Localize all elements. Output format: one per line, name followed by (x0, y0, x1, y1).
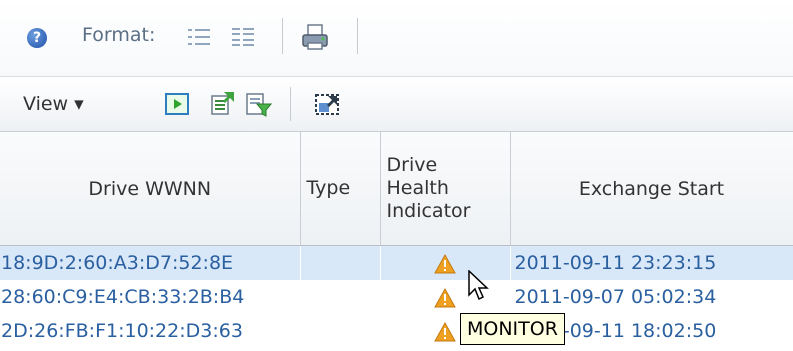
print-icon[interactable] (300, 22, 330, 52)
export-icon[interactable] (208, 90, 236, 118)
drive-wwnn-cell: 28:60:C9:E4:CB:33:2B:B4 (1, 286, 245, 308)
type-cell (300, 245, 380, 280)
table-toolbar: View ▾ (0, 77, 793, 132)
format-label: Format: (82, 24, 156, 46)
table-row[interactable]: 2D:26:FB:F1:10:22:D3:63 2011-09-11 18:02… (0, 314, 793, 348)
drive-wwnn-cell: 2D:26:FB:F1:10:22:D3:63 (1, 320, 243, 342)
exchange-start-cell: 2011-09-11 23:23:15 (510, 245, 793, 280)
list-view-icon[interactable] (186, 26, 212, 48)
detach-icon[interactable] (313, 90, 341, 118)
warning-icon[interactable] (434, 321, 456, 342)
column-header-type[interactable]: Type (300, 132, 381, 246)
column-header-drive-health-indicator[interactable]: Drive Health Indicator (380, 132, 511, 246)
table-row[interactable]: 18:9D:2:60:A3:D7:52:8E 2011-09-11 23:23:… (0, 245, 793, 280)
toolbar-separator (357, 18, 358, 54)
column-header-exchange-start[interactable]: Exchange Start (510, 132, 793, 246)
type-cell (300, 280, 380, 314)
mouse-pointer-icon (468, 270, 489, 301)
table-row[interactable]: 28:60:C9:E4:CB:33:2B:B4 2011-09-07 05:02… (0, 280, 793, 314)
warning-icon[interactable] (434, 287, 456, 308)
filter-icon[interactable] (244, 90, 272, 118)
drive-health-cell (380, 245, 510, 280)
warning-icon[interactable] (434, 253, 456, 274)
column-header-drive-wwnn[interactable]: Drive WWNN (0, 132, 301, 246)
drive-wwnn-cell: 18:9D:2:60:A3:D7:52:8E (0, 245, 300, 280)
view-menu-button[interactable]: View ▾ (23, 90, 84, 118)
exchange-start-cell: 2011-09-07 05:02:34 (514, 286, 717, 308)
table-header-row: Drive WWNN Type Drive Health Indicator E… (0, 132, 793, 246)
drive-health-cell (380, 280, 510, 314)
toolbar-separator (290, 87, 291, 121)
toolbar-separator (282, 18, 283, 54)
format-bar: ? Format: (0, 0, 793, 77)
tooltip: MONITOR (460, 313, 565, 345)
run-report-icon[interactable] (163, 90, 191, 118)
detail-view-icon[interactable] (230, 26, 256, 48)
type-cell (300, 314, 380, 348)
drive-table: Drive WWNN Type Drive Health Indicator E… (0, 132, 793, 348)
help-icon[interactable]: ? (27, 28, 47, 48)
